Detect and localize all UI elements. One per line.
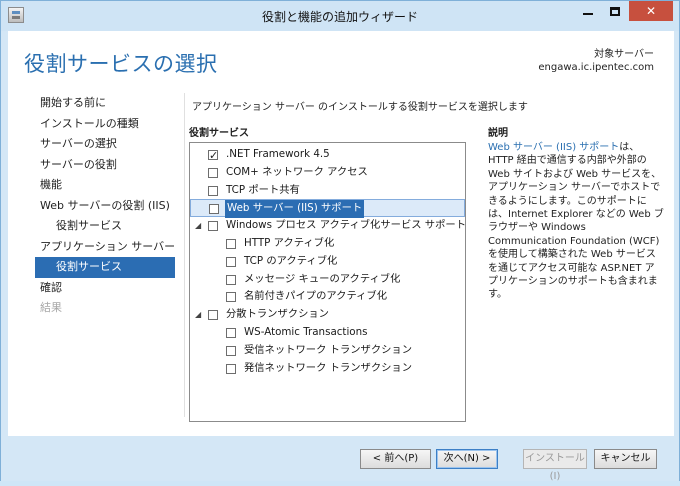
nav-item[interactable]: 機能	[35, 175, 175, 196]
destination-server-name: engawa.ic.ipentec.com	[538, 62, 654, 73]
role-service-item[interactable]: .NET Framework 4.5	[190, 146, 465, 165]
role-service-checkbox[interactable]	[226, 238, 236, 249]
role-service-checkbox[interactable]	[226, 327, 236, 338]
role-service-checkbox[interactable]	[208, 221, 218, 232]
role-service-label: 受信ネットワーク トランザクション	[244, 343, 413, 356]
role-service-checkbox[interactable]	[208, 310, 218, 321]
role-service-item[interactable]: Web サーバー (IIS) サポート	[190, 199, 465, 219]
role-service-label: Windows プロセス アクティブ化サービス サポート	[226, 219, 466, 232]
nav-item[interactable]: サーバーの選択	[35, 134, 175, 155]
nav-item[interactable]: サーバーの役割	[35, 155, 175, 176]
role-service-item[interactable]: 受信ネットワーク トランザクション	[190, 342, 465, 360]
minimize-button[interactable]	[575, 1, 601, 21]
divider	[184, 93, 185, 417]
nav-item[interactable]: 確認	[35, 278, 175, 299]
minimize-icon	[583, 13, 593, 15]
role-service-item[interactable]: WS-Atomic Transactions	[190, 324, 465, 342]
title-bar: 役割と機能の追加ウィザード ✕	[1, 1, 679, 31]
cancel-button[interactable]: キャンセル	[594, 449, 657, 469]
maximize-button[interactable]	[602, 1, 628, 21]
expand-arrow-icon[interactable]: ◢	[195, 306, 201, 324]
role-service-label: HTTP アクティブ化	[244, 236, 335, 249]
role-service-item[interactable]: HTTP アクティブ化	[190, 235, 465, 253]
role-service-item[interactable]: TCP のアクティブ化	[190, 253, 465, 271]
role-service-item[interactable]: メッセージ キューのアクティブ化	[190, 271, 465, 289]
next-button[interactable]: 次へ(N) >	[436, 449, 498, 469]
role-service-checkbox[interactable]	[226, 292, 236, 303]
role-service-checkbox[interactable]	[226, 274, 236, 285]
role-services-label: 役割サービス	[189, 128, 249, 139]
nav-item[interactable]: インストールの種類	[35, 114, 175, 135]
role-service-label: TCP のアクティブ化	[244, 254, 338, 267]
destination-server: 対象サーバー engawa.ic.ipentec.com	[538, 48, 654, 74]
role-service-item[interactable]: ◢ Windows プロセス アクティブ化サービス サポート	[190, 217, 466, 235]
nav-item[interactable]: アプリケーション サーバー	[35, 237, 175, 258]
header-text: アプリケーション サーバー のインストールする役割サービスを選択します	[192, 102, 528, 113]
window-controls: ✕	[575, 1, 673, 21]
role-service-label: 分散トランザクション	[226, 308, 329, 321]
role-service-checkbox[interactable]	[226, 256, 236, 267]
role-service-checkbox[interactable]	[208, 167, 218, 178]
wizard-nav: 開始する前に インストールの種類 サーバーの選択 サーバーの役割 機能 Web サーバーの…	[35, 93, 175, 319]
description-body: は、HTTP 経由で通信する内部や外部の Web サイトおよび Web サービス…	[488, 142, 664, 301]
description-link[interactable]: Web サーバー (IIS) サポート	[488, 142, 619, 153]
nav-item: 結果	[40, 301, 62, 314]
role-service-label: メッセージ キューのアクティブ化	[244, 272, 401, 285]
role-service-item[interactable]: 発信ネットワーク トランザクション	[190, 360, 465, 378]
nav-item[interactable]: Web サーバーの役割 (IIS)	[35, 196, 175, 217]
page-title: 役割サービスの選択	[24, 52, 218, 76]
role-service-label: Web サーバー (IIS) サポート	[225, 200, 365, 219]
role-service-item[interactable]: COM+ ネットワーク アクセス	[190, 164, 465, 182]
wizard-content: 役割サービスの選択 対象サーバー engawa.ic.ipentec.com 開…	[8, 31, 674, 436]
description-label: 説明	[488, 128, 508, 139]
role-service-label: 発信ネットワーク トランザクション	[244, 361, 413, 374]
wizard-window: 役割と機能の追加ウィザード ✕ 役割サービスの選択 対象サーバー engawa.…	[0, 0, 680, 482]
role-service-checkbox[interactable]	[208, 147, 218, 165]
role-service-checkbox[interactable]	[208, 185, 218, 196]
expand-arrow-icon[interactable]: ◢	[195, 217, 201, 235]
role-service-item[interactable]: TCP ポート共有	[190, 182, 465, 200]
role-service-checkbox[interactable]	[209, 204, 219, 215]
role-service-item[interactable]: ◢ 分散トランザクション	[190, 306, 465, 324]
close-icon: ✕	[645, 4, 657, 18]
role-service-checkbox[interactable]	[226, 363, 236, 374]
role-service-label: WS-Atomic Transactions	[244, 325, 368, 338]
maximize-icon	[610, 6, 620, 16]
role-service-item[interactable]: 名前付きパイプのアクティブ化	[190, 288, 465, 306]
role-service-checkbox[interactable]	[226, 345, 236, 356]
prev-button[interactable]: < 前へ(P)	[360, 449, 431, 469]
role-service-label: 名前付きパイプのアクティブ化	[244, 290, 388, 303]
nav-item[interactable]: 役割サービス	[35, 257, 175, 278]
role-service-label: TCP ポート共有	[226, 183, 300, 196]
button-bar: < 前へ(P) 次へ(N) > インストール(I) キャンセル	[1, 436, 679, 482]
nav-item[interactable]: 開始する前に	[35, 93, 175, 114]
close-button[interactable]: ✕	[629, 1, 673, 21]
role-service-label: .NET Framework 4.5	[226, 148, 330, 160]
destination-server-label: 対象サーバー	[594, 49, 654, 60]
install-button[interactable]: インストール(I)	[523, 449, 587, 482]
role-services-list[interactable]: .NET Framework 4.5 COM+ ネットワーク アクセス TCP ポー…	[189, 142, 466, 422]
description-text: Web サーバー (IIS) サポートは、HTTP 経由で通信する内部や外部の …	[488, 141, 664, 302]
nav-item[interactable]: 役割サービス	[35, 216, 175, 237]
role-service-label: COM+ ネットワーク アクセス	[226, 165, 368, 178]
